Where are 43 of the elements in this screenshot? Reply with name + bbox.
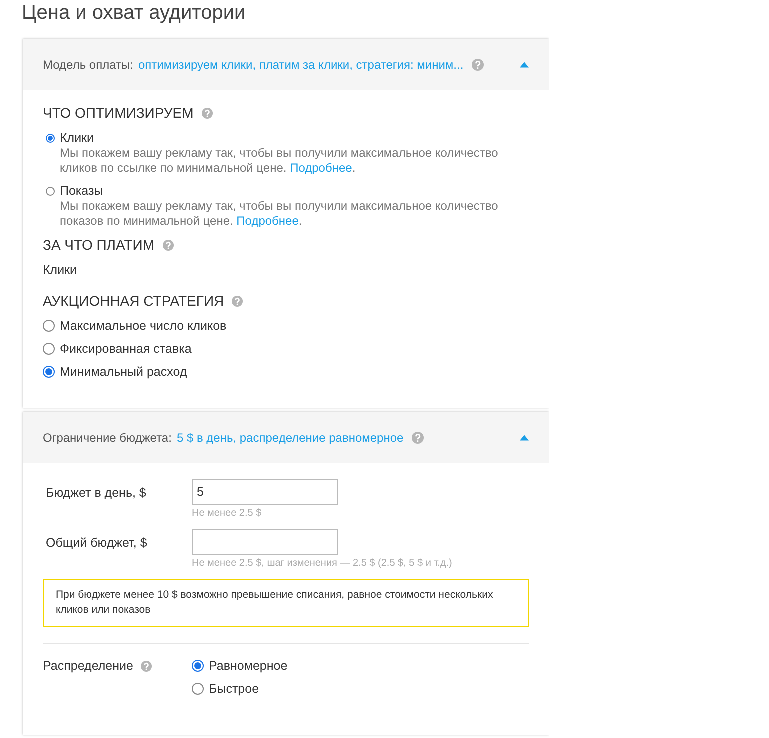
input-field[interactable] <box>192 529 338 555</box>
panel-label: Модель оплаты: <box>43 58 134 72</box>
radio-button[interactable] <box>192 660 204 672</box>
option-description: Мы покажем вашу рекламу так, чтобы вы получили максимальное количество кликов по ссылке по минимальной цене. Подробнее. <box>60 146 500 176</box>
field-label: Общий бюджет, $ <box>46 535 148 552</box>
radio-button[interactable] <box>43 343 55 355</box>
option-label: Клики <box>60 131 94 145</box>
warning-box: При бюджете менее 10 $ возможно превышение списания, равное стоимости нескольких кликов или показов <box>43 579 529 627</box>
help-icon <box>232 296 244 306</box>
option-label: Минимальный расход <box>60 365 188 379</box>
option-description: Мы покажем вашу рекламу так, чтобы вы получили максимальное количество показов по минимальной цене. Подробнее. <box>60 199 500 229</box>
help-icon <box>472 58 484 70</box>
option-label: Равномерное <box>209 659 288 673</box>
field-label: Бюджет в день, $ <box>46 485 148 502</box>
section-heading: ЗА ЧТО ПЛАТИМ <box>43 237 154 253</box>
option-label: Фиксированная ставка <box>60 342 192 356</box>
caret-up-icon[interactable] <box>520 434 529 440</box>
option-label: Максимальное число кликов <box>60 319 227 333</box>
help-icon <box>202 108 213 118</box>
section-heading: АУКЦИОННАЯ СТРАТЕГИЯ <box>43 293 224 309</box>
page-title: Цена и охват аудитории <box>22 1 247 26</box>
panel-summary-link[interactable]: оптимизируем клики, платим за клики, стратегия: миним... <box>138 58 464 72</box>
radio-button[interactable] <box>43 320 55 332</box>
input-field[interactable]: 5 <box>192 479 338 505</box>
field-label: Распределение <box>43 659 134 673</box>
help-icon <box>141 661 152 672</box>
option-label: Показы <box>60 184 104 198</box>
radio-button[interactable] <box>46 186 55 196</box>
more-link[interactable]: Подробнее <box>236 214 299 228</box>
more-link[interactable]: Подробнее <box>290 161 352 175</box>
field-hint: Не менее 2.5 $, шаг изменения — 2.5 $ (2.5 $, 5 $ и т.д.) <box>192 558 452 569</box>
option-label: Быстрое <box>209 682 260 696</box>
panel-label: Ограничение бюджета: <box>43 430 172 444</box>
radio-button[interactable] <box>192 683 204 695</box>
section-heading: ЧТО ОПТИМИЗИРУЕМ <box>43 105 194 121</box>
radio-button[interactable] <box>43 366 55 378</box>
radio-button[interactable] <box>46 134 55 142</box>
panel-summary-link[interactable]: 5 $ в день, распределение равномерное <box>176 430 404 444</box>
caret-up-icon[interactable] <box>520 62 529 68</box>
help-icon <box>162 240 174 250</box>
help-icon <box>412 432 424 444</box>
pay-for-value: Клики <box>43 263 78 277</box>
field-hint: Не менее 2.5 $ <box>192 508 263 519</box>
